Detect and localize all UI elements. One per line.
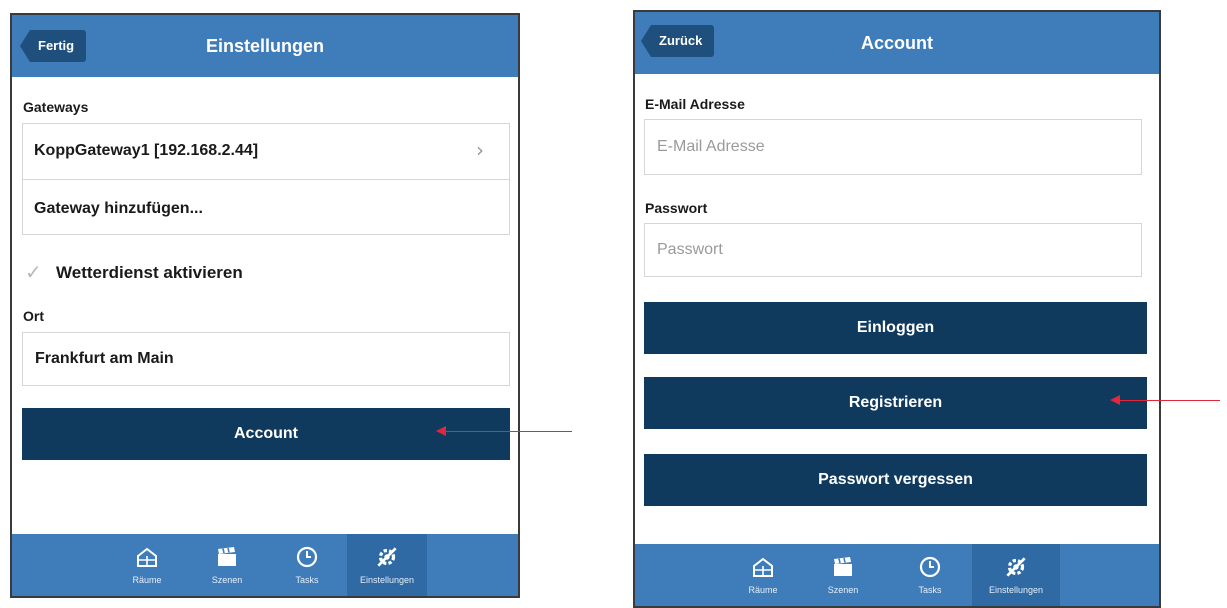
tab-raeume[interactable]: Räume [723,544,803,606]
tab-label: Einstellungen [988,585,1044,595]
clock-icon [295,543,319,571]
password-input[interactable]: Passwort [644,223,1142,277]
scenes-icon [831,553,855,581]
settings-icon [1003,553,1029,581]
tab-tasks[interactable]: Tasks [267,534,347,596]
forgot-password-button[interactable]: Passwort vergessen [644,454,1147,506]
annotation-arrow-line [1120,400,1220,401]
page-title: Einstellungen [205,36,324,56]
gateway-label: KoppGateway1 [192.168.2.44] [34,142,259,159]
tab-bar: Räume Szenen Tasks Einstellungen [635,544,1159,606]
navigation-bar: Zurück Account [635,12,1159,74]
settings-screen: Fertig Einstellungen Gateways KoppGatewa… [10,13,520,598]
gateways-label: Gateways [23,99,89,115]
tab-szenen[interactable]: Szenen [803,544,883,606]
weather-checkbox[interactable]: ✓ [25,262,45,282]
email-input[interactable]: E-Mail Adresse [644,119,1142,175]
list-item-gateway[interactable]: KoppGateway1 [192.168.2.44] › [22,123,510,179]
register-button[interactable]: Registrieren [644,377,1147,429]
chevron-right-icon: › [476,138,484,162]
arrow-head-icon [1110,395,1120,405]
ort-input[interactable]: Frankfurt am Main [22,332,510,386]
navigation-bar: Fertig Einstellungen [12,15,518,77]
tab-einstellungen[interactable]: Einstellungen [972,544,1060,606]
arrow-head-icon [436,426,446,436]
tab-label: Tasks [295,575,319,585]
annotation-arrow-line [446,431,572,432]
rooms-icon [751,553,775,581]
tab-label: Tasks [918,585,942,595]
tab-label: Szenen [211,575,243,585]
tab-szenen[interactable]: Szenen [187,534,267,596]
add-gateway-item[interactable]: Gateway hinzufügen... [22,179,510,235]
tab-tasks[interactable]: Tasks [890,544,970,606]
scenes-icon [215,543,239,571]
tab-einstellungen[interactable]: Einstellungen [347,534,427,596]
tab-bar: Räume Szenen Tasks Einstellungen [12,534,518,596]
account-screen: Zurück Account E-Mail Adresse E-Mail Adr… [633,10,1161,608]
weather-label: Wetterdienst aktivieren [56,263,243,282]
password-label: Passwort [645,200,708,216]
login-button[interactable]: Einloggen [644,302,1147,354]
tab-label: Szenen [827,585,859,595]
add-gateway-label: Gateway hinzufügen... [34,200,203,217]
tab-label: Räume [132,575,162,585]
email-label: E-Mail Adresse [645,96,745,112]
rooms-icon [135,543,159,571]
clock-icon [918,553,942,581]
tab-raeume[interactable]: Räume [107,534,187,596]
tab-label: Räume [748,585,778,595]
tab-label: Einstellungen [359,575,415,585]
settings-icon [374,543,400,571]
ort-label: Ort [23,308,44,324]
page-title: Account [861,33,933,53]
